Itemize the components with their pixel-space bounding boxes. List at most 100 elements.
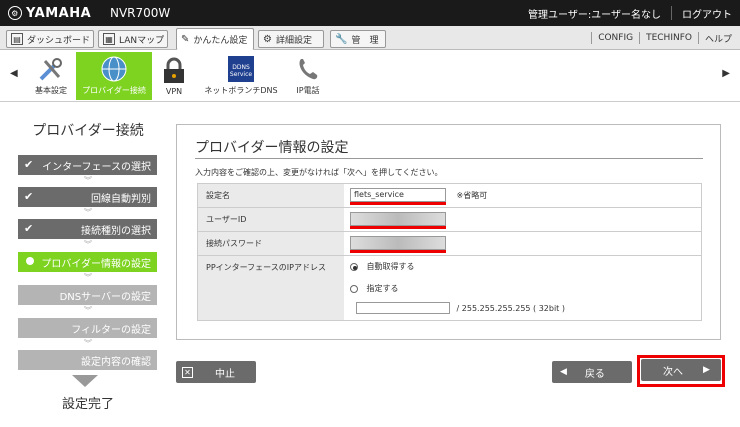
panel-title: プロバイダー情報の設定 (195, 140, 349, 156)
icon-nav: ◀ 基本設定 プロバイダー接続 VPN DDNS Service ネットボランチ… (0, 50, 740, 102)
nav-label: プロバイダー接続 (82, 86, 146, 95)
form-row-name: 設定名 flets_service ※省略可 (198, 184, 701, 208)
auto-ip-radio[interactable] (350, 262, 358, 271)
sidebar-title: プロバイダー接続 (32, 123, 144, 139)
chevron-down-icon: ︾ (84, 273, 92, 282)
ddns-badge: DDNS Service (228, 56, 254, 82)
step-label: フィルターの設定 (71, 324, 151, 336)
divider (195, 158, 703, 159)
chevron-down-icon: ︾ (84, 240, 92, 249)
step-confirm: 設定内容の確認 (18, 350, 157, 370)
wizard-icon: ✎ (181, 33, 190, 45)
auto-ip-label: 自動取得する (366, 262, 415, 271)
field-label: 接続パスワード (198, 232, 344, 255)
tab-bar: ▤ ダッシュボード ▦ LANマップ ✎ かんたん設定 ⚙ 詳細設定 🔧 管 理… (0, 26, 740, 50)
field-label: ユーザーID (198, 208, 344, 231)
logout-link[interactable]: ログアウト (682, 6, 732, 21)
field-label: PPインターフェースのIPアドレス (198, 256, 344, 320)
optional-note: ※省略可 (456, 190, 488, 200)
highlight-underline (350, 202, 446, 205)
techinfo-link[interactable]: TECHINFO (646, 33, 692, 43)
final-step-label: 設定完了 (61, 397, 114, 412)
brand-logo: ⚙ YAMAHA (8, 6, 100, 21)
ip-address-input[interactable] (356, 302, 450, 314)
tab-management[interactable]: 🔧 管 理 (330, 30, 386, 48)
check-icon: ✔ (24, 190, 34, 203)
panel-description: 入力内容をご確認の上、変更がなければ「次へ」を押してください。 (195, 168, 443, 177)
tab-easy-setup[interactable]: ✎ かんたん設定 (176, 28, 254, 50)
config-link[interactable]: CONFIG (598, 33, 633, 43)
chevron-left-icon: ◀ (560, 367, 567, 377)
tab-dashboard[interactable]: ▤ ダッシュボード (6, 30, 94, 48)
highlight-underline (350, 226, 446, 229)
step-label: プロバイダー情報の設定 (41, 258, 151, 270)
gear-icon: ⚙ (263, 33, 272, 45)
help-link[interactable]: ヘルプ (705, 32, 732, 45)
manual-ip-label: 指定する (366, 284, 399, 293)
highlight-underline (350, 250, 446, 253)
step-filter: フィルターの設定 (18, 318, 157, 338)
step-label: 接続種別の選択 (81, 225, 151, 237)
globe-icon (99, 55, 129, 83)
button-label: 戻る (584, 368, 605, 380)
step-connection-type: ✔ 接続種別の選択 (18, 219, 157, 239)
ddns-icon: DDNS Service (226, 55, 256, 83)
top-bar: ⚙ YAMAHA NVR700W 管理ユーザー:ユーザー名なし ログアウト (0, 0, 740, 26)
chevron-down-icon: ︾ (84, 176, 92, 185)
model-name: NVR700W (110, 6, 171, 20)
step-provider-info: プロバイダー情報の設定 (18, 252, 157, 272)
form-row-user: ユーザーID (198, 208, 701, 232)
current-dot-icon (26, 257, 34, 265)
provider-info-panel: プロバイダー情報の設定 入力内容をご確認の上、変更がなければ「次へ」を押してくだ… (176, 124, 721, 340)
form-row-ip: PPインターフェースのIPアドレス 自動取得する 指定する / 255.255.… (198, 256, 701, 320)
provider-form: 設定名 flets_service ※省略可 ユーザーID 接続パスワード PP… (197, 183, 702, 321)
dashboard-icon: ▤ (11, 33, 23, 45)
nav-label: ネットボランチDNS (204, 86, 278, 95)
tab-label: LANマップ (119, 35, 165, 46)
check-icon: ✔ (24, 158, 34, 171)
nav-provider-connection[interactable]: プロバイダー接続 (76, 52, 152, 100)
tab-label: 詳細設定 (275, 35, 312, 46)
user-id-input[interactable] (350, 212, 446, 226)
subnet-mask-text: / 255.255.255.255 ( 32bit ) (456, 303, 565, 313)
password-input[interactable] (350, 236, 446, 250)
field-label: 設定名 (198, 184, 344, 207)
check-icon: ✔ (24, 222, 34, 235)
nav-label: IP電話 (296, 86, 320, 95)
step-label: 設定内容の確認 (81, 356, 151, 368)
tab-advanced[interactable]: ⚙ 詳細設定 (258, 30, 324, 48)
divider (639, 32, 641, 44)
nav-vpn[interactable]: VPN (156, 52, 192, 100)
lock-icon (159, 57, 189, 85)
nav-ip-phone[interactable]: IP電話 (288, 52, 328, 100)
chevron-right-icon: ▶ (703, 365, 710, 375)
nav-label: VPN (165, 87, 183, 96)
phone-icon (293, 55, 323, 83)
step-line-detect: ✔ 回線自動判別 (18, 187, 157, 207)
next-button[interactable]: 次へ ▶ (641, 359, 721, 381)
nav-left-arrow-icon[interactable]: ◀ (10, 68, 18, 79)
tab-label: 管 理 (351, 35, 379, 46)
tab-label: かんたん設定 (193, 35, 248, 46)
step-interface-select: ✔ インターフェースの選択 (18, 155, 157, 175)
nav-right-arrow-icon[interactable]: ▶ (722, 68, 730, 79)
cancel-button[interactable]: ✕ 中止 (176, 361, 256, 383)
tools-icon (36, 55, 66, 83)
nav-netvolante-dns[interactable]: DDNS Service ネットボランチDNS (202, 52, 280, 100)
nav-basic-settings[interactable]: 基本設定 (28, 52, 74, 100)
manual-ip-radio[interactable] (350, 284, 358, 293)
tab-lanmap[interactable]: ▦ LANマップ (98, 30, 168, 48)
divider (697, 32, 699, 44)
divider (671, 6, 672, 20)
wrench-icon: 🔧 (335, 33, 348, 45)
nav-label: 基本設定 (35, 86, 67, 95)
setting-name-input[interactable]: flets_service (350, 188, 446, 202)
button-label: 次へ (663, 366, 683, 378)
step-label: 回線自動判別 (91, 193, 151, 205)
divider (591, 32, 593, 44)
chevron-down-icon: ︾ (84, 339, 92, 348)
back-button[interactable]: ◀ 戻る (552, 361, 632, 383)
down-arrow-icon (72, 375, 98, 387)
close-icon: ✕ (182, 366, 193, 378)
user-info: 管理ユーザー:ユーザー名なし (528, 9, 661, 21)
